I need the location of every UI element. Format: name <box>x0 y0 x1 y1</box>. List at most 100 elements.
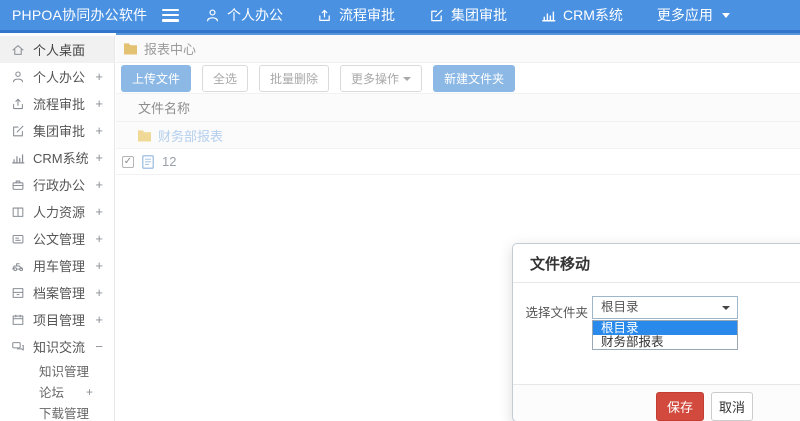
person-icon <box>205 8 220 23</box>
top-nav: 个人办公 流程审批 集团审批 CRM系统 更多应用 <box>205 5 730 25</box>
modal-body: 选择文件夹 根目录 根目录 财务部报表 <box>513 283 800 386</box>
more-actions-button[interactable]: 更多操作 <box>340 64 423 92</box>
file-checkbox[interactable]: ✓ <box>122 155 134 168</box>
archive-icon <box>11 286 25 300</box>
nav-item-crm[interactable]: CRM系统 <box>541 5 623 25</box>
expand-toggle[interactable]: + <box>95 258 103 273</box>
expand-toggle[interactable]: + <box>95 204 103 219</box>
nav-item-label: 个人办公 <box>227 7 283 23</box>
cancel-button[interactable]: 取消 <box>711 392 754 421</box>
toolbar: 上传文件 全选 批量删除 更多操作 新建文件夹 <box>116 63 800 94</box>
chart-icon <box>11 151 25 165</box>
select-all-button[interactable]: 全选 <box>202 64 249 92</box>
breadcrumb-label: 报表中心 <box>144 42 197 57</box>
sidebar-item-label: 流程审批 <box>33 97 86 112</box>
home-icon <box>11 43 25 57</box>
edit-icon <box>11 124 25 138</box>
sidebar-item-label: 档案管理 <box>33 286 86 301</box>
sidebar-item-label: 个人办公 <box>33 70 86 85</box>
expand-toggle[interactable]: + <box>95 150 103 165</box>
nav-item-label: CRM系统 <box>563 7 623 23</box>
sidebar-item-process-approval[interactable]: 流程审批 + <box>0 90 114 117</box>
sidebar-item-knowledge[interactable]: 知识交流 − <box>0 333 114 360</box>
expand-toggle[interactable]: + <box>95 96 103 111</box>
table-header-row: 文件名称 <box>116 94 800 122</box>
sidebar-item-label: 知识交流 <box>33 340 86 355</box>
sidebar-subitem-label: 知识管理 <box>39 365 90 379</box>
folder-icon <box>137 129 152 142</box>
expand-toggle[interactable]: + <box>95 177 103 192</box>
sidebar-item-official-docs[interactable]: 公文管理 + <box>0 225 114 252</box>
save-button[interactable]: 保存 <box>656 392 705 421</box>
table-row-file[interactable]: ✓ 12 <box>116 149 800 175</box>
upload-file-button[interactable]: 上传文件 <box>121 64 192 92</box>
sidebar: 个人桌面 个人办公 + 流程审批 + 集团审批 + CRM系统 + 行政办公 + <box>0 36 115 421</box>
sidebar-item-hr[interactable]: 人力资源 + <box>0 198 114 225</box>
modal-header: 文件移动 <box>513 244 800 283</box>
chart-icon <box>541 8 556 23</box>
file-icon <box>142 154 154 169</box>
nav-item-process-approval[interactable]: 流程审批 <box>317 5 395 25</box>
sidebar-item-archives[interactable]: 档案管理 + <box>0 279 114 306</box>
app-header: PHPOA协同办公软件 个人办公 流程审批 集团审批 CRM系统 更多应用 <box>0 0 800 33</box>
select-folder-label: 选择文件夹 <box>525 306 588 320</box>
expand-toggle[interactable]: + <box>95 123 103 138</box>
expand-toggle[interactable]: + <box>95 231 103 246</box>
folder-select[interactable]: 根目录 <box>592 296 738 319</box>
sidebar-item-projects[interactable]: 项目管理 + <box>0 306 114 333</box>
folder-select-value: 根目录 <box>601 300 639 314</box>
file-name-label[interactable]: 12 <box>162 154 176 169</box>
breadcrumb: 报表中心 <box>116 35 800 63</box>
process-icon <box>11 97 25 111</box>
more-actions-label: 更多操作 <box>351 71 400 86</box>
sidebar-item-label: 公文管理 <box>33 232 86 247</box>
nav-item-more-apps[interactable]: 更多应用 <box>657 5 730 25</box>
sidebar-item-label: 用车管理 <box>33 259 86 274</box>
expand-toggle[interactable]: + <box>95 312 103 327</box>
table-row-folder[interactable]: 财务部报表 <box>116 122 800 149</box>
folder-name-link[interactable]: 财务部报表 <box>158 126 223 145</box>
expand-toggle[interactable]: + <box>95 285 103 300</box>
menu-icon[interactable] <box>162 8 179 22</box>
sidebar-item-crm[interactable]: CRM系统 + <box>0 144 114 171</box>
nav-item-personal-office[interactable]: 个人办公 <box>205 5 283 25</box>
chat-icon <box>11 340 25 354</box>
expand-toggle[interactable]: + <box>86 385 93 399</box>
nav-item-label: 流程审批 <box>339 7 395 23</box>
briefcase-icon <box>11 178 25 192</box>
sidebar-subitem-knowledge-mgmt[interactable]: 知识管理 <box>0 360 114 381</box>
sidebar-item-personal-office[interactable]: 个人办公 + <box>0 63 114 90</box>
sidebar-item-label: 人力资源 <box>33 205 86 220</box>
project-icon <box>11 313 25 327</box>
sidebar-item-vehicle[interactable]: 用车管理 + <box>0 252 114 279</box>
nav-item-label: 集团审批 <box>451 7 507 23</box>
dropdown-option-root[interactable]: 根目录 <box>593 321 737 335</box>
sidebar-subitem-forum[interactable]: 论坛 + <box>0 381 114 402</box>
book-icon <box>11 205 25 219</box>
expand-toggle[interactable]: − <box>95 339 103 354</box>
sidebar-item-group-approval[interactable]: 集团审批 + <box>0 117 114 144</box>
sidebar-item-label: 集团审批 <box>33 124 86 139</box>
sidebar-item-label: 项目管理 <box>33 313 86 328</box>
nav-item-group-approval[interactable]: 集团审批 <box>429 5 507 25</box>
sidebar-subitem-label: 下载管理 <box>39 407 90 421</box>
document-icon <box>11 232 25 246</box>
app-brand: PHPOA协同办公软件 <box>12 7 148 23</box>
sidebar-item-admin-office[interactable]: 行政办公 + <box>0 171 114 198</box>
dropdown-option-finance-reports[interactable]: 财务部报表 <box>593 335 737 349</box>
sidebar-item-label: 行政办公 <box>33 178 86 193</box>
caret-down-icon <box>721 12 730 18</box>
sidebar-subitem-downloads[interactable]: 下载管理 <box>0 402 114 421</box>
folder-select-dropdown: 根目录 财务部报表 <box>592 320 738 350</box>
batch-delete-button[interactable]: 批量删除 <box>259 64 330 92</box>
column-header-filename: 文件名称 <box>138 101 191 116</box>
caret-down-icon <box>722 306 730 310</box>
folder-icon <box>123 42 138 55</box>
process-icon <box>317 8 332 23</box>
modal-title: 文件移动 <box>530 255 591 273</box>
sidebar-item-label: CRM系统 <box>33 151 89 166</box>
sidebar-item-personal-desktop[interactable]: 个人桌面 <box>0 36 114 63</box>
expand-toggle[interactable]: + <box>95 69 103 84</box>
caret-down-icon <box>403 77 412 82</box>
new-folder-button[interactable]: 新建文件夹 <box>433 64 516 92</box>
